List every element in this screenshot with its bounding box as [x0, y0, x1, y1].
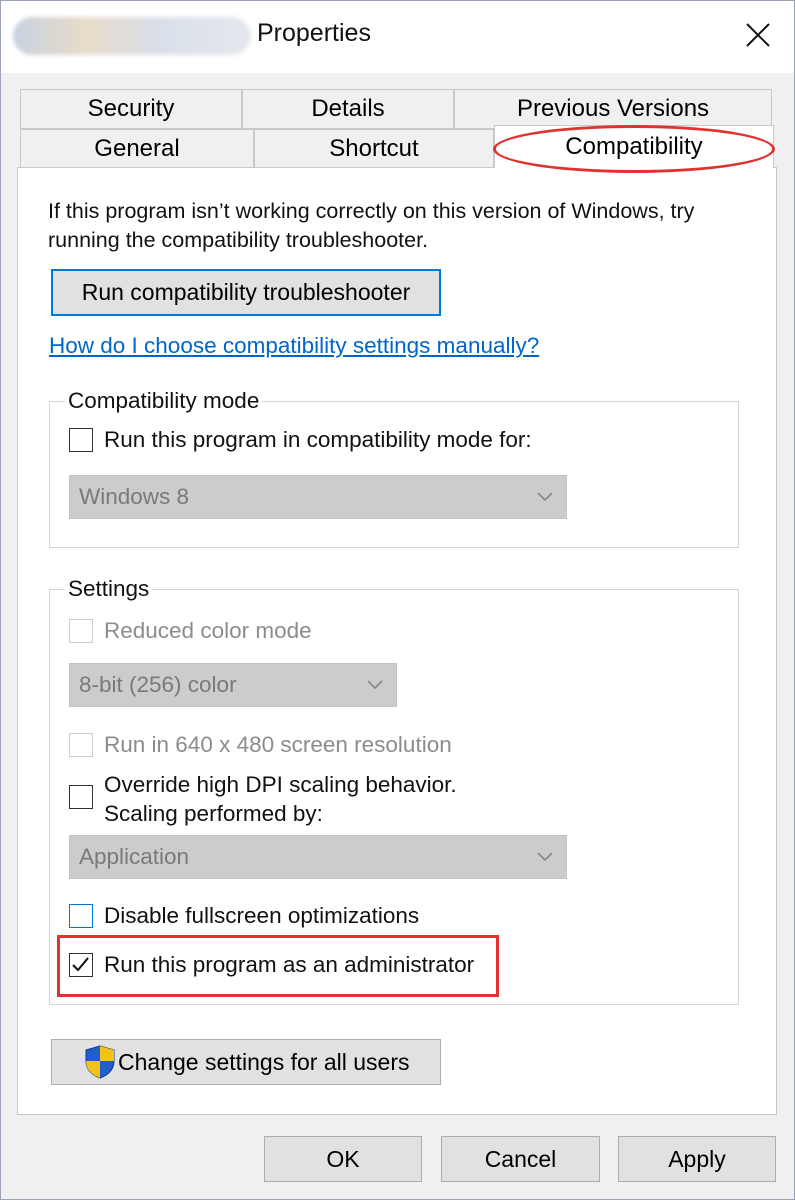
color-depth-select: 8-bit (256) color: [69, 663, 397, 707]
close-button[interactable]: [731, 13, 785, 57]
checkmark-icon: [72, 957, 89, 972]
dpi-override-label-line2: Scaling performed by:: [104, 801, 323, 826]
help-link[interactable]: How do I choose compatibility settings m…: [49, 333, 539, 359]
run-as-admin-label: Run this program as an administrator: [104, 952, 475, 977]
compat-os-select: Windows 8: [69, 475, 567, 519]
ok-button[interactable]: OK: [264, 1136, 422, 1182]
tab-details[interactable]: Details: [242, 89, 454, 129]
chevron-down-icon: [537, 852, 553, 862]
chevron-down-icon: [367, 680, 383, 690]
change-settings-all-users-button[interactable]: Change settings for all users: [51, 1039, 441, 1085]
tab-security[interactable]: Security: [20, 89, 242, 129]
dpi-override-label-line1: Override high DPI scaling behavior.: [104, 772, 457, 797]
dpi-override-checkbox[interactable]: [69, 785, 93, 809]
compatibility-mode-legend: Compatibility mode: [65, 388, 263, 414]
apply-button[interactable]: Apply: [618, 1136, 776, 1182]
cancel-button[interactable]: Cancel: [441, 1136, 600, 1182]
fullscreen-optimizations-label: Disable fullscreen optimizations: [104, 903, 420, 928]
run-troubleshooter-button[interactable]: Run compatibility troubleshooter: [51, 269, 441, 316]
fullscreen-optimizations-checkbox[interactable]: [69, 904, 93, 928]
resolution-label: Run in 640 x 480 screen resolution: [104, 732, 452, 757]
tab-shortcut[interactable]: Shortcut: [254, 129, 494, 168]
reduced-color-checkbox: [69, 619, 93, 643]
description-text: If this program isn’t working correctly …: [48, 199, 695, 252]
window-title: Properties: [257, 19, 371, 47]
reduced-color-label: Reduced color mode: [104, 618, 312, 643]
tab-previous-versions[interactable]: Previous Versions: [454, 89, 772, 129]
run-as-admin-checkbox[interactable]: [69, 953, 93, 977]
tab-compatibility[interactable]: Compatibility: [494, 125, 774, 168]
uac-shield-icon: [85, 1045, 115, 1079]
chevron-down-icon: [537, 492, 553, 502]
dpi-scaling-select: Application: [69, 835, 567, 879]
change-settings-all-users-label: Change settings for all users: [118, 1048, 410, 1075]
close-icon: [746, 23, 770, 47]
compat-os-value: Windows 8: [79, 484, 190, 509]
properties-dialog: Properties Security Details Previous Ver…: [0, 0, 795, 1200]
color-depth-value: 8-bit (256) color: [79, 672, 237, 697]
dpi-scaling-value: Application: [79, 844, 190, 869]
compat-mode-checkbox[interactable]: [69, 428, 93, 452]
blurred-program-name: [13, 17, 251, 55]
settings-legend: Settings: [65, 576, 153, 602]
title-bar: Properties: [1, 1, 794, 73]
resolution-checkbox: [69, 733, 93, 757]
tab-general[interactable]: General: [20, 129, 254, 168]
compat-mode-label: Run this program in compatibility mode f…: [104, 427, 532, 452]
